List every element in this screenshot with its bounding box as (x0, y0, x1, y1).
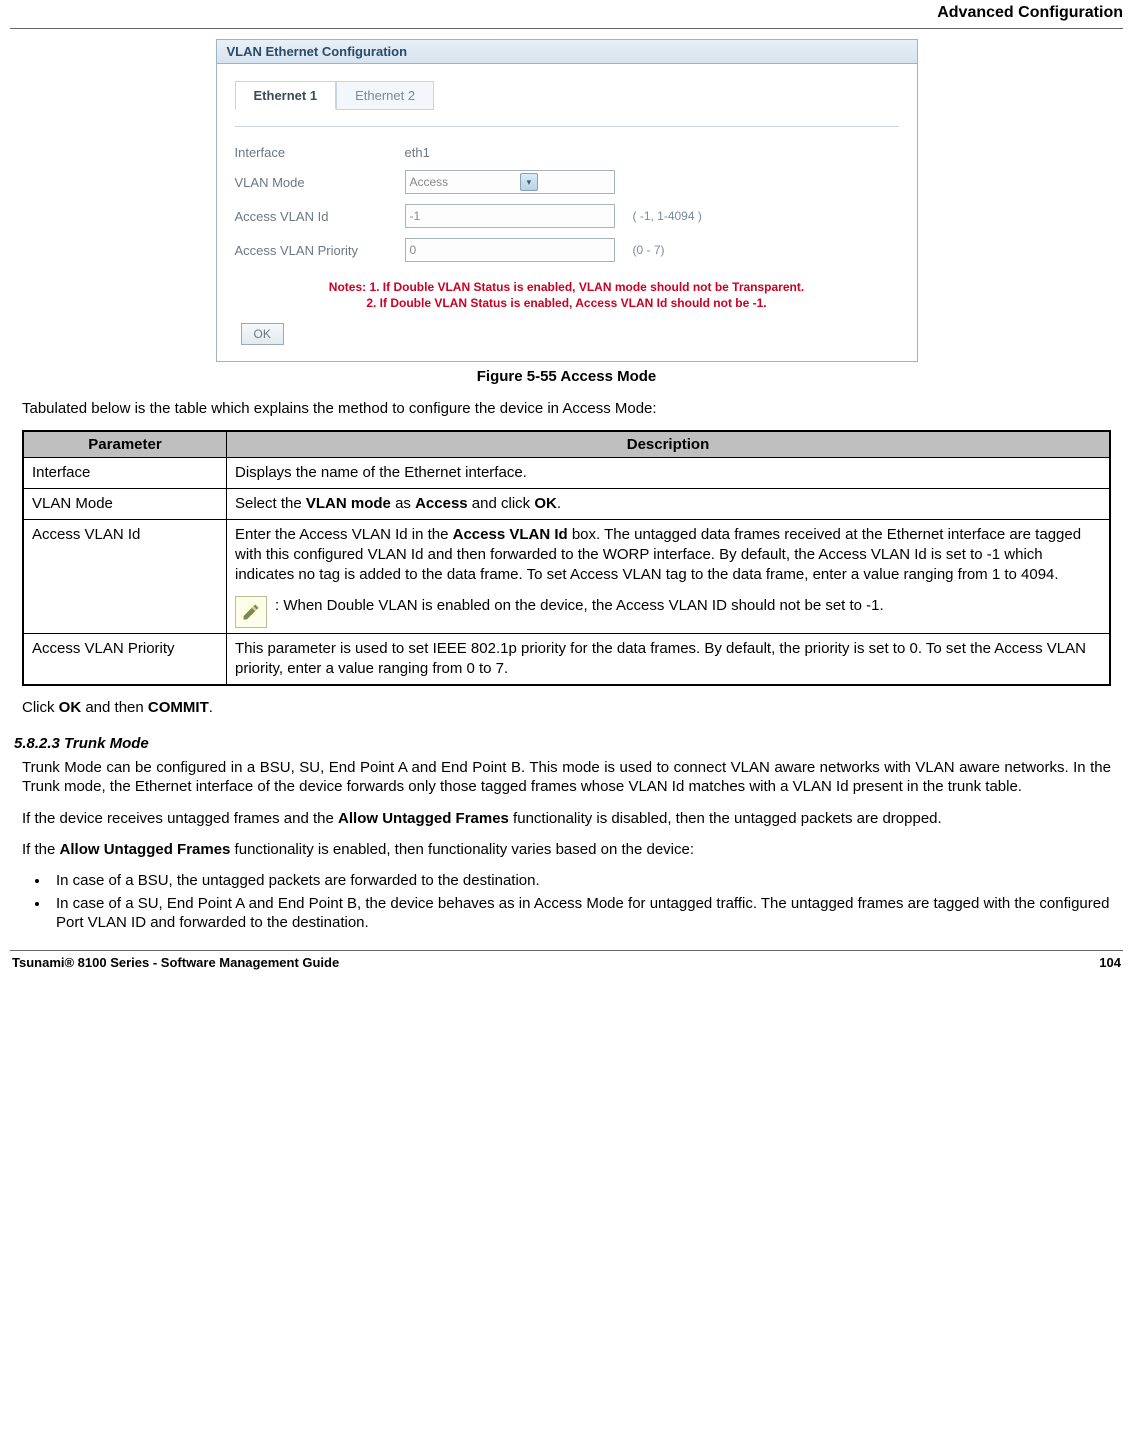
tab-ethernet-2[interactable]: Ethernet 2 (336, 81, 434, 110)
th-parameter: Parameter (23, 431, 227, 458)
panel-title: VLAN Ethernet Configuration (217, 40, 917, 64)
interface-label: Interface (235, 145, 405, 160)
interface-value: eth1 (405, 145, 625, 160)
param-interface: Interface (23, 458, 227, 489)
desc-access-vlan-priority: This parameter is used to set IEEE 802.1… (227, 634, 1111, 685)
note-icon (235, 596, 267, 628)
list-item: In case of a BSU, the untagged packets a… (50, 871, 1123, 890)
desc-interface: Displays the name of the Ethernet interf… (227, 458, 1111, 489)
figure-caption: Figure 5-55 Access Mode (10, 368, 1123, 385)
th-description: Description (227, 431, 1111, 458)
panel-notes: Notes: 1. If Double VLAN Status is enabl… (235, 280, 899, 311)
trunk-paragraph-2: If the device receives untagged frames a… (22, 809, 1111, 828)
param-vlan-mode: VLAN Mode (23, 489, 227, 520)
vlan-mode-select[interactable]: Access ▾ (405, 170, 615, 194)
footer-page-number: 104 (1099, 955, 1121, 970)
footer-rule (10, 950, 1123, 951)
access-vlan-priority-range: (0 - 7) (633, 243, 665, 257)
click-ok-commit: Click OK and then COMMIT. (22, 698, 1111, 717)
trunk-paragraph-1: Trunk Mode can be configured in a BSU, S… (22, 758, 1111, 796)
table-row: Interface Displays the name of the Ether… (23, 458, 1110, 489)
access-vlan-priority-input[interactable]: 0 (405, 238, 615, 262)
section-heading-trunk-mode: 5.8.2.3 Trunk Mode (14, 735, 1123, 752)
param-access-vlan-priority: Access VLAN Priority (23, 634, 227, 685)
param-access-vlan-id: Access VLAN Id (23, 519, 227, 633)
desc-vlan-mode: Select the VLAN mode as Access and click… (227, 489, 1111, 520)
table-row: VLAN Mode Select the VLAN mode as Access… (23, 489, 1110, 520)
desc-access-vlan-id: Enter the Access VLAN Id in the Access V… (227, 519, 1111, 633)
tab-ethernet-1[interactable]: Ethernet 1 (235, 81, 337, 110)
vlan-mode-label: VLAN Mode (235, 175, 405, 190)
list-item: In case of a SU, End Point A and End Poi… (50, 894, 1123, 932)
ok-button[interactable]: OK (241, 323, 284, 345)
chevron-down-icon[interactable]: ▾ (520, 173, 538, 191)
note-text: : When Double VLAN is enabled on the dev… (275, 596, 884, 616)
trunk-bullet-list: In case of a BSU, the untagged packets a… (50, 871, 1123, 933)
trunk-paragraph-3: If the Allow Untagged Frames functionali… (22, 840, 1111, 859)
header-rule (10, 28, 1123, 29)
page-section-heading: Advanced Configuration (10, 0, 1123, 28)
tab-bar: Ethernet 1 Ethernet 2 (235, 80, 899, 109)
access-vlan-priority-label: Access VLAN Priority (235, 243, 405, 258)
access-vlan-id-input[interactable]: -1 (405, 204, 615, 228)
parameter-table: Parameter Description Interface Displays… (22, 430, 1111, 686)
table-row: Access VLAN Id Enter the Access VLAN Id … (23, 519, 1110, 633)
access-vlan-id-label: Access VLAN Id (235, 209, 405, 224)
table-row: Access VLAN Priority This parameter is u… (23, 634, 1110, 685)
intro-paragraph: Tabulated below is the table which expla… (22, 399, 1111, 418)
access-vlan-id-range: ( -1, 1-4094 ) (633, 209, 702, 223)
vlan-mode-value: Access (410, 175, 449, 189)
vlan-config-panel: VLAN Ethernet Configuration Ethernet 1 E… (216, 39, 918, 362)
footer-doc-title: Tsunami® 8100 Series - Software Manageme… (12, 955, 339, 970)
